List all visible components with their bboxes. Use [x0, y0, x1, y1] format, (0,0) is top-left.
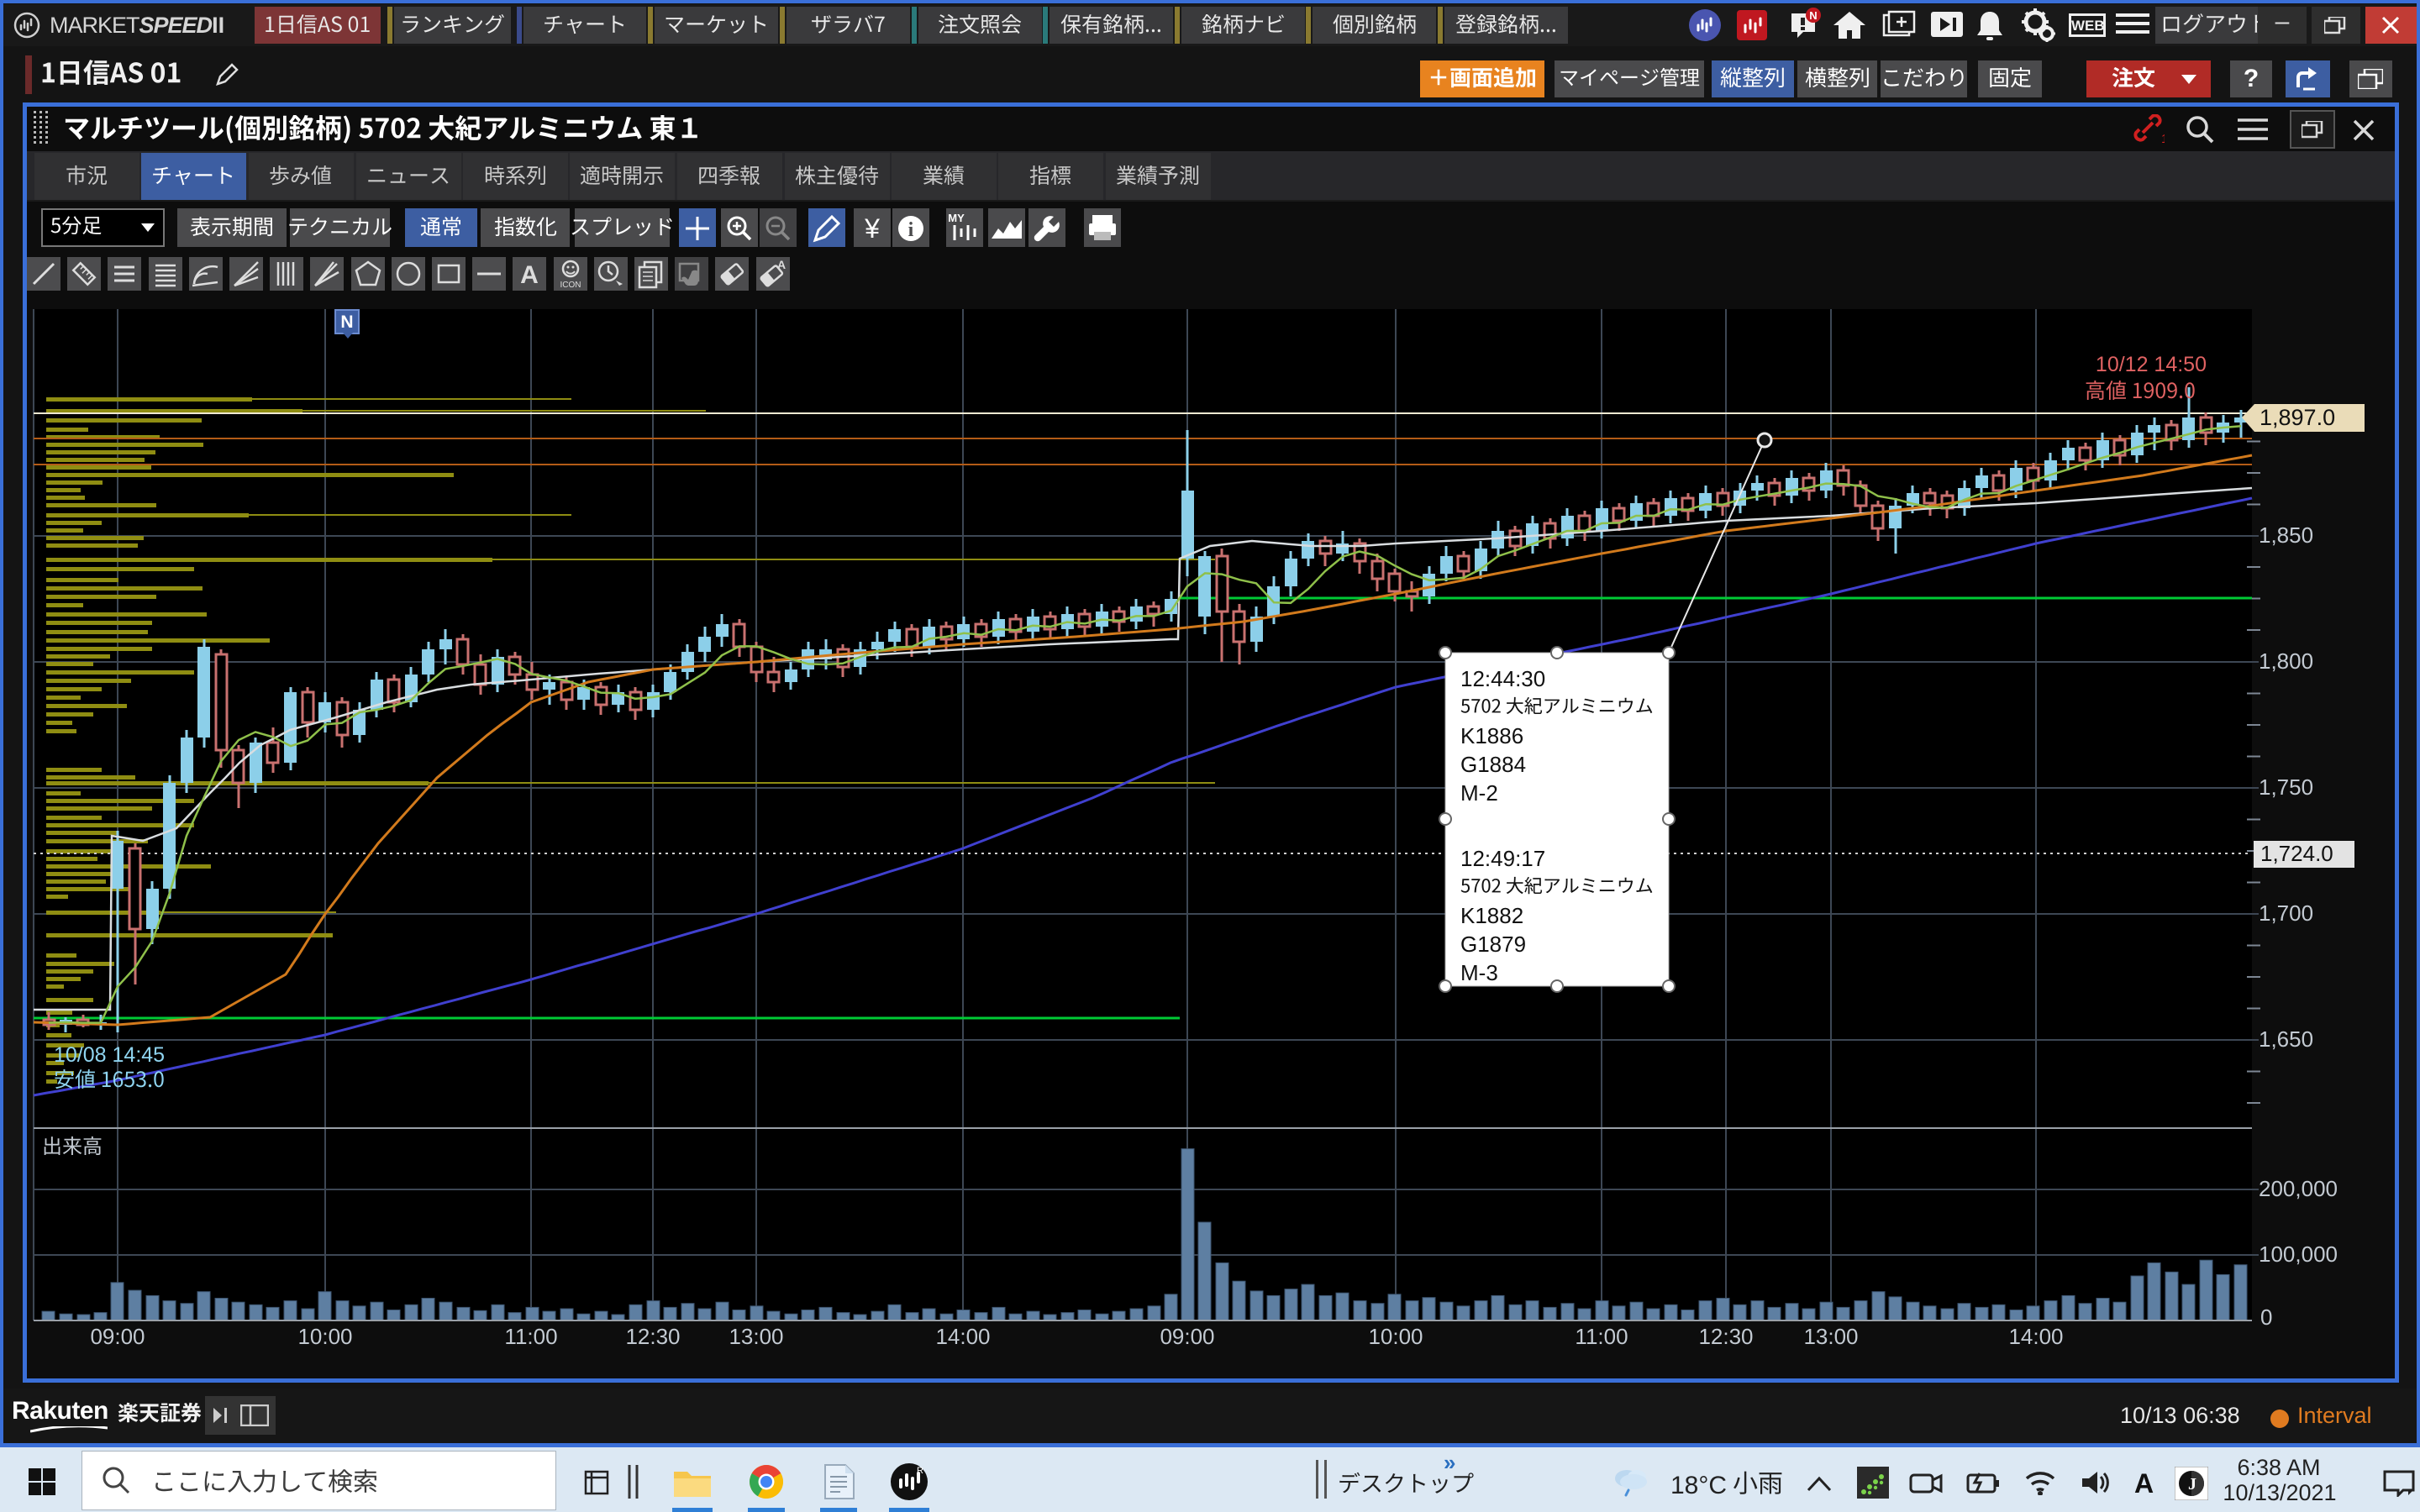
svg-text:1,897.0: 1,897.0 — [2260, 405, 2335, 430]
svg-text:J: J — [2188, 1475, 2196, 1494]
svg-text:1,724.0: 1,724.0 — [2260, 841, 2333, 866]
svg-text:R: R — [917, 1466, 923, 1476]
